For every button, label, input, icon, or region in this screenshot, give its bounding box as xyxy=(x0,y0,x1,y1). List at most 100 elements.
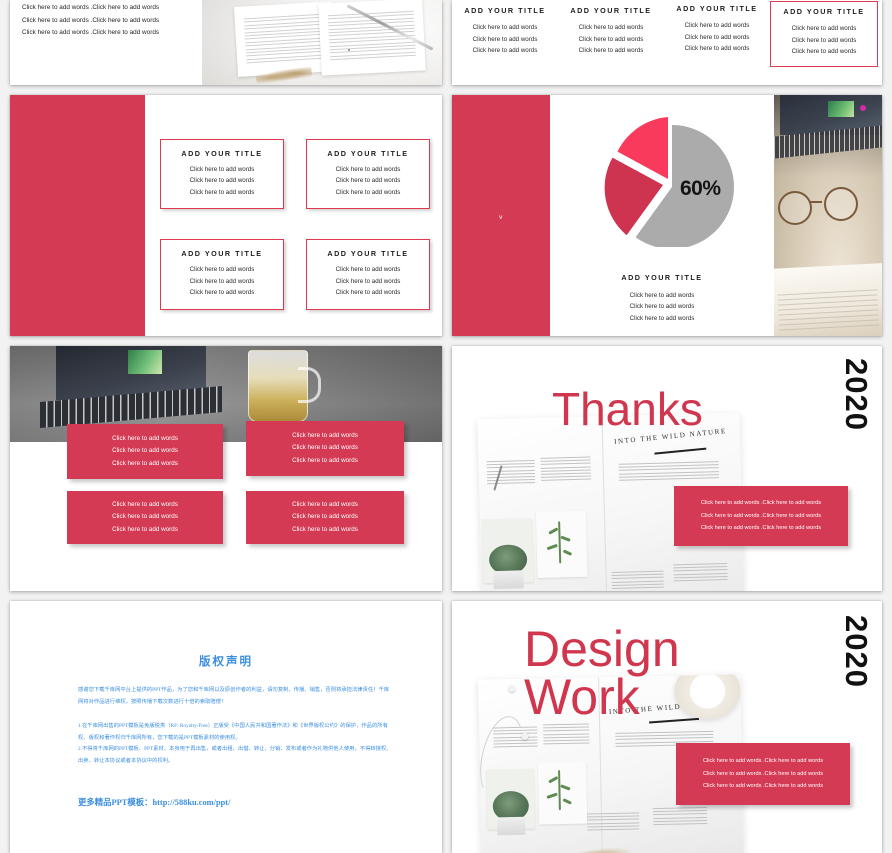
column-1[interactable]: ADD YOUR TITLE Click here to add words C… xyxy=(452,0,558,85)
slide-intro-text[interactable]: Click here to add words .Click here to a… xyxy=(10,0,442,85)
column-line: Click here to add words xyxy=(791,25,857,32)
slide-title: Thanks xyxy=(552,383,703,436)
slide-pie-chart[interactable]: v 60% ADD YOUR TITLE Click here to add w… xyxy=(452,94,882,337)
plant-pot xyxy=(493,570,524,590)
intro-text-block: Click here to add words .Click here to a… xyxy=(22,2,159,40)
slide-title-line-2: Work xyxy=(524,669,640,726)
red-card-line: Click here to add words xyxy=(112,459,178,467)
red-card-line: Click here to add words xyxy=(292,431,358,439)
magazine-paragraph xyxy=(618,461,720,483)
slide-four-cards[interactable]: ADD YOUR TITLE Click here to add words C… xyxy=(10,94,442,337)
magazine-paragraph xyxy=(652,807,708,827)
card-line: Click here to add words xyxy=(189,165,255,173)
outlined-card[interactable]: ADD YOUR TITLE Click here to add words C… xyxy=(160,138,284,210)
leaf-stem xyxy=(558,770,561,811)
column-title: ADD YOUR TITLE xyxy=(464,6,546,15)
red-card[interactable]: Click here to add words Click here to ad… xyxy=(67,491,223,545)
outlined-card[interactable]: ADD YOUR TITLE Click here to add words C… xyxy=(306,138,430,210)
pie-caption-line: Click here to add words xyxy=(629,303,695,311)
outlined-card[interactable]: ADD YOUR TITLE Click here to add words C… xyxy=(160,239,284,310)
pie-chart[interactable]: 60% xyxy=(592,115,742,249)
leaf-blade xyxy=(560,784,571,791)
year-label: 2020 xyxy=(839,615,874,689)
red-card-line: Click here to add words xyxy=(112,525,178,533)
photo-glasses-bridge xyxy=(810,200,822,203)
photo-tea-cup xyxy=(248,350,321,423)
column-3[interactable]: ADD YOUR TITLE Click here to add words C… xyxy=(664,0,770,85)
outlined-card[interactable]: ADD YOUR TITLE Click here to add words C… xyxy=(306,239,430,310)
straw-hat xyxy=(673,674,742,720)
leaf-blade xyxy=(546,543,558,551)
card-title: ADD YOUR TITLE xyxy=(327,148,409,158)
slide-red-cards[interactable]: Click here to add words Click here to ad… xyxy=(10,346,442,592)
pie-caption-line: Click here to add words xyxy=(629,314,695,322)
deck-row-2: ADD YOUR TITLE Click here to add words C… xyxy=(0,94,892,337)
red-card-line: Click here to add words xyxy=(112,513,178,521)
slide-thanks[interactable]: 2020 INTO THE WILD NATURE Thanks Click h… xyxy=(452,346,882,592)
deck-row-4: 版权声明 感谢您下载千库网平台上提供的PPT作品，为了您和千库网以及原创作者的利… xyxy=(0,601,892,853)
red-card-line: Click here to add words xyxy=(292,444,358,452)
card-line: Click here to add words xyxy=(189,266,255,274)
photo-glasses-lens-left xyxy=(778,190,812,225)
red-card[interactable]: Click here to add words Click here to ad… xyxy=(246,491,404,545)
magazine-paragraph xyxy=(586,812,640,832)
card-line: Click here to add words xyxy=(189,177,255,185)
more-templates-link[interactable]: 更多精品PPT模板：http://588ku.com/ppt/ xyxy=(78,796,230,808)
deck-row-1: Click here to add words .Click here to a… xyxy=(0,0,892,85)
red-card-line: Click here to add words xyxy=(292,456,358,464)
plant-pot xyxy=(497,816,526,836)
red-card[interactable]: Click here to add words Click here to ad… xyxy=(67,424,223,480)
red-card-line: Click here to add words xyxy=(112,434,178,442)
column-4-highlighted[interactable]: ADD YOUR TITLE Click here to add words C… xyxy=(770,1,878,67)
column-title: ADD YOUR TITLE xyxy=(783,7,865,16)
pie-caption-block: ADD YOUR TITLE Click here to add words C… xyxy=(550,273,774,325)
leaf-blade xyxy=(548,527,559,535)
year-label: 2020 xyxy=(839,358,874,432)
slide-four-columns[interactable]: ADD YOUR TITLE Click here to add words C… xyxy=(452,0,882,85)
slide-design-work[interactable]: 2020 INTO THE WILD NATURE Design Work Cl… xyxy=(452,601,882,853)
more-templates-url[interactable]: http://588ku.com/ppt/ xyxy=(152,798,230,807)
column-line: Click here to add words xyxy=(684,33,750,41)
slide-title-line-1: Design xyxy=(524,621,680,678)
notebook-pen-photo xyxy=(202,0,442,85)
copyright-paragraph: 2.不得将千库网的PPT模板、PPT素材、本身用于再出售，或者出租、出借、转让、… xyxy=(78,746,392,765)
card-line: Click here to add words xyxy=(189,188,255,196)
note-card[interactable]: Click here to add words .Click here to a… xyxy=(676,743,850,806)
column-2[interactable]: ADD YOUR TITLE Click here to add words C… xyxy=(558,0,664,85)
magazine-paragraph xyxy=(486,460,536,487)
magazine-paragraph xyxy=(673,563,728,584)
column-title: ADD YOUR TITLE xyxy=(570,6,652,15)
pie-caption-line: Click here to add words xyxy=(629,291,695,299)
red-card[interactable]: Click here to add words Click here to ad… xyxy=(246,421,404,477)
note-card-line: Click here to add words .Click here to a… xyxy=(702,758,823,765)
intro-text-line: Click here to add words .Click here to a… xyxy=(22,4,160,11)
magazine-rule xyxy=(649,717,700,724)
column-line: Click here to add words xyxy=(684,22,750,29)
magazine-leaf-photo xyxy=(535,510,588,578)
more-templates-label: 更多精品PPT模板： xyxy=(78,798,153,808)
red-card-line: Click here to add words xyxy=(112,500,178,508)
note-card-line: Click here to add words .Click here to a… xyxy=(700,512,821,519)
magazine-leaf-photo xyxy=(537,761,588,825)
column-title: ADD YOUR TITLE xyxy=(676,4,758,13)
copyright-paragraph: 感谢您下载千库网平台上提供的PPT作品，为了您和千库网以及原创作者的利益，请勿复… xyxy=(78,687,390,705)
pie-center-label: 60% xyxy=(680,176,721,200)
column-line: Click here to add words xyxy=(684,45,750,52)
card-line: Click here to add words xyxy=(335,177,401,185)
card-line: Click here to add words xyxy=(335,188,401,196)
slide-copyright[interactable]: 版权声明 感谢您下载千库网平台上提供的PPT作品，为了您和千库网以及原创作者的利… xyxy=(10,601,442,853)
card-title: ADD YOUR TITLE xyxy=(181,148,263,158)
leaf-stem xyxy=(558,521,561,564)
column-line: Click here to add words xyxy=(578,35,644,43)
note-card-line: Click here to add words .Click here to a… xyxy=(700,500,821,507)
copyright-title: 版权声明 xyxy=(199,656,253,669)
leaf-blade xyxy=(560,535,571,542)
intro-text-line: Click here to add words .Click here to a… xyxy=(22,29,160,37)
note-card-line: Click here to add words .Click here to a… xyxy=(700,525,821,532)
deck-row-3: Click here to add words Click here to ad… xyxy=(0,346,892,592)
magazine-paragraph xyxy=(611,570,664,591)
red-card-line: Click here to add words xyxy=(292,500,358,508)
magazine-paragraph xyxy=(543,723,590,747)
note-card[interactable]: Click here to add words .Click here to a… xyxy=(674,486,848,547)
card-title: ADD YOUR TITLE xyxy=(327,249,409,259)
